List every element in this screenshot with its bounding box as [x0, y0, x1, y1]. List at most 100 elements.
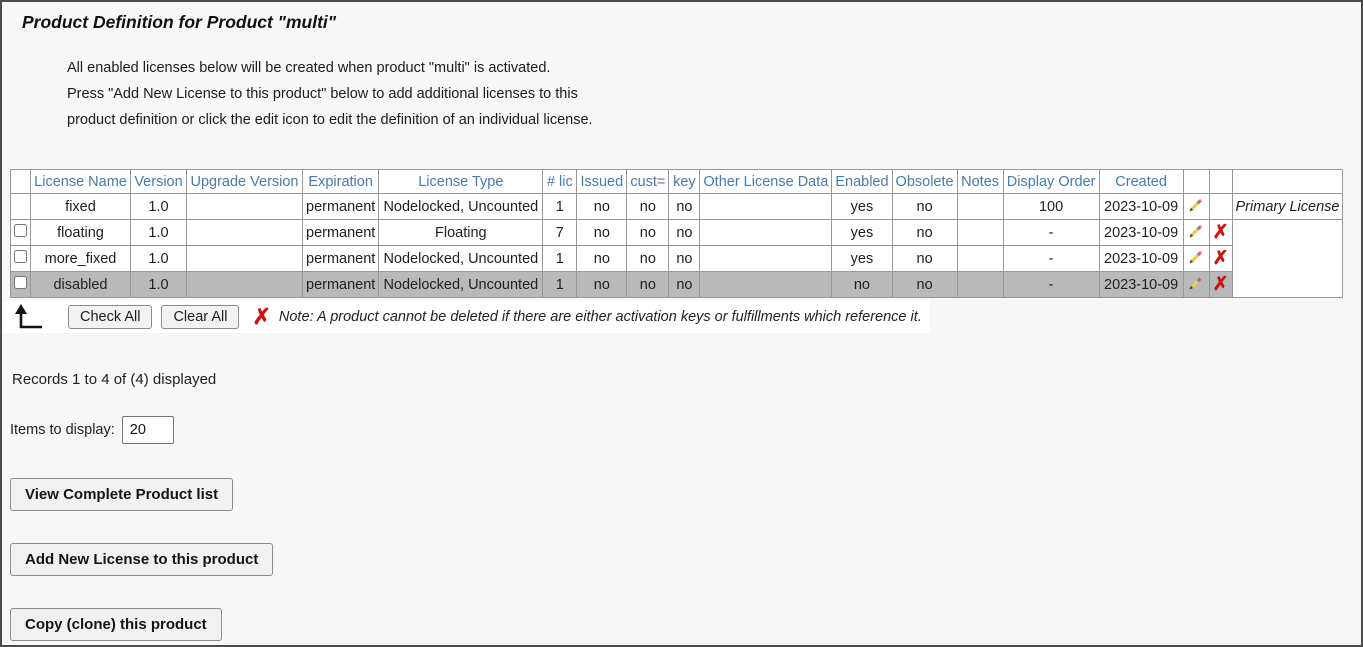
delete-license-icon[interactable]: ✗	[1213, 223, 1229, 242]
cell-display_order: -	[1003, 246, 1099, 272]
column-header-issued[interactable]: Issued	[577, 170, 627, 194]
cell-created: 2023-10-09	[1099, 246, 1183, 272]
description-line: product definition or click the edit ico…	[67, 107, 1361, 133]
column-header-primary[interactable]	[1232, 170, 1343, 194]
cell-type: Floating	[379, 220, 543, 246]
license-row: more_fixed1.0 permanentNodelocked, Uncoun…	[11, 246, 1343, 272]
cell-enabled: yes	[832, 194, 892, 220]
cell-display_order: -	[1003, 220, 1099, 246]
cell-created: 2023-10-09	[1099, 220, 1183, 246]
copy-clone-product-button[interactable]: Copy (clone) this product	[10, 608, 222, 641]
cell-checkbox	[11, 194, 31, 220]
cell-key: no	[669, 194, 700, 220]
cell-checkbox	[11, 220, 31, 246]
cell-checkbox	[11, 272, 31, 298]
column-header-delete[interactable]	[1209, 170, 1232, 194]
cell-version: 1.0	[131, 194, 187, 220]
column-header-name[interactable]: License Name	[31, 170, 131, 194]
column-header-created[interactable]: Created	[1099, 170, 1183, 194]
cell-expiration: permanent	[303, 194, 379, 220]
add-new-license-button[interactable]: Add New License to this product	[10, 543, 273, 576]
delete-x-icon: ✗	[252, 306, 270, 328]
cell-version: 1.0	[131, 272, 187, 298]
cell-notes	[957, 220, 1003, 246]
cell-expiration: permanent	[303, 246, 379, 272]
cell-notes	[957, 246, 1003, 272]
check-all-button[interactable]: Check All	[68, 305, 152, 329]
cell-obsolete: no	[892, 272, 957, 298]
edit-pencil-icon[interactable]	[1188, 227, 1204, 243]
cell-version: 1.0	[131, 246, 187, 272]
cell-key: no	[669, 246, 700, 272]
row-select-checkbox[interactable]	[14, 250, 27, 263]
cell-edit	[1183, 220, 1209, 246]
items-to-display-label: Items to display:	[10, 422, 115, 438]
page-description: All enabled licenses below will be creat…	[67, 55, 1361, 133]
column-header-key[interactable]: key	[669, 170, 700, 194]
cell-notes	[957, 194, 1003, 220]
license-row: floating1.0permanentFloating7nononoyesno…	[11, 220, 1343, 246]
cell-enabled: yes	[832, 220, 892, 246]
cell-upgrade	[187, 220, 303, 246]
row-select-checkbox[interactable]	[14, 276, 27, 289]
cell-delete	[1209, 194, 1232, 220]
row-select-checkbox[interactable]	[14, 224, 27, 237]
column-header-numlic[interactable]: # lic	[543, 170, 577, 194]
cell-enabled: no	[832, 272, 892, 298]
cell-issued: no	[577, 272, 627, 298]
column-header-type[interactable]: License Type	[379, 170, 543, 194]
cell-other	[700, 246, 832, 272]
cell-name: more_fixed	[31, 246, 131, 272]
column-header-cust[interactable]: cust=	[627, 170, 669, 194]
table-action-row: Check All Clear All ✗ Note: A product ca…	[2, 301, 930, 333]
items-to-display-row: Items to display:	[10, 416, 1361, 444]
cell-name: disabled	[31, 272, 131, 298]
column-header-checkbox[interactable]	[11, 170, 31, 194]
column-header-enabled[interactable]: Enabled	[832, 170, 892, 194]
cell-issued: no	[577, 194, 627, 220]
licenses-table: License NameVersionUpgrade VersionExpira…	[10, 169, 1343, 298]
column-header-edit[interactable]	[1183, 170, 1209, 194]
cell-cust: no	[627, 194, 669, 220]
cell-upgrade	[187, 272, 303, 298]
cell-checkbox	[11, 246, 31, 272]
cell-other	[700, 272, 832, 298]
cell-delete: ✗	[1209, 246, 1232, 272]
cell-numlic: 1	[543, 194, 577, 220]
column-header-display_order[interactable]: Display Order	[1003, 170, 1099, 194]
delete-license-icon[interactable]: ✗	[1213, 275, 1229, 294]
cell-version: 1.0	[131, 220, 187, 246]
column-header-version[interactable]: Version	[131, 170, 187, 194]
cell-key: no	[669, 272, 700, 298]
edit-pencil-icon[interactable]	[1188, 201, 1204, 217]
items-to-display-input[interactable]	[122, 416, 174, 444]
cell-cust: no	[627, 220, 669, 246]
cell-created: 2023-10-09	[1099, 272, 1183, 298]
table-header-row: License NameVersionUpgrade VersionExpira…	[11, 170, 1343, 194]
edit-pencil-icon[interactable]	[1188, 279, 1204, 295]
cell-name: floating	[31, 220, 131, 246]
cell-obsolete: no	[892, 246, 957, 272]
license-row: fixed1.0permanentNodelocked, Uncounted1n…	[11, 194, 1343, 220]
cell-delete: ✗	[1209, 220, 1232, 246]
view-complete-product-list-button[interactable]: View Complete Product list	[10, 478, 233, 511]
column-header-other[interactable]: Other License Data	[700, 170, 832, 194]
column-header-upgrade[interactable]: Upgrade Version	[187, 170, 303, 194]
page-title: Product Definition for Product "multi"	[22, 12, 1361, 33]
column-header-notes[interactable]: Notes	[957, 170, 1003, 194]
cell-obsolete: no	[892, 194, 957, 220]
cell-display_order: -	[1003, 272, 1099, 298]
cell-key: no	[669, 220, 700, 246]
cell-cust: no	[627, 246, 669, 272]
clear-all-button[interactable]: Clear All	[161, 305, 239, 329]
cell-delete: ✗	[1209, 272, 1232, 298]
cell-notes	[957, 272, 1003, 298]
column-header-obsolete[interactable]: Obsolete	[892, 170, 957, 194]
cell-obsolete: no	[892, 220, 957, 246]
column-header-expiration[interactable]: Expiration	[303, 170, 379, 194]
delete-license-icon[interactable]: ✗	[1213, 249, 1229, 268]
cell-display_order: 100	[1003, 194, 1099, 220]
cell-type: Nodelocked, Uncounted	[379, 246, 543, 272]
cell-numlic: 1	[543, 246, 577, 272]
edit-pencil-icon[interactable]	[1188, 253, 1204, 269]
